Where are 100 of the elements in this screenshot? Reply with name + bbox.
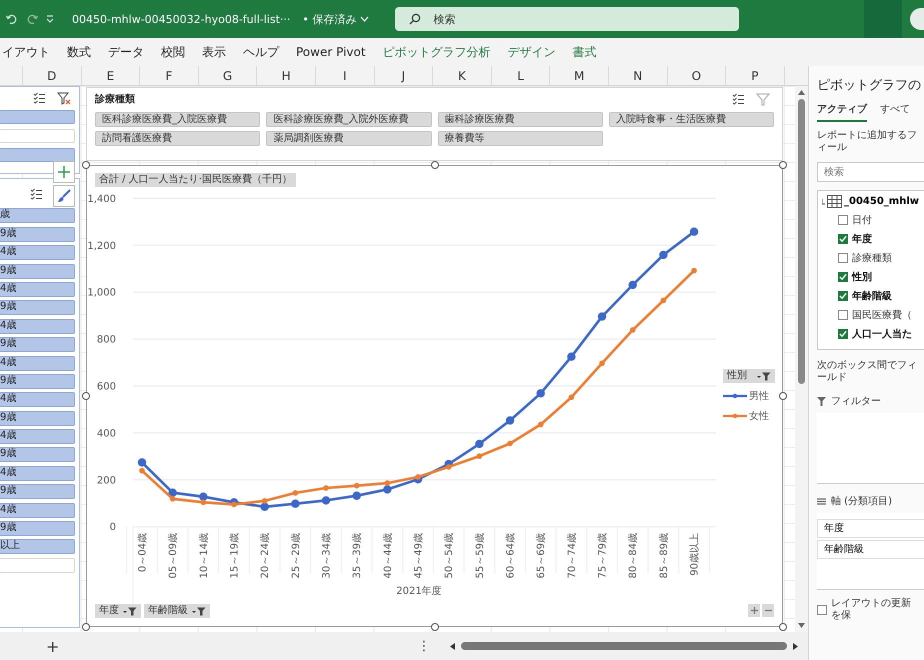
ribbon-tab[interactable]: データ	[108, 44, 144, 60]
column-header[interactable]: G	[198, 66, 258, 85]
slicer-item[interactable]: 9歳	[0, 374, 75, 389]
legend-label: 男性	[749, 390, 769, 403]
file-name[interactable]: 00450-mhlw-00450032-hyo08-full-list···	[72, 12, 290, 26]
field-label[interactable]: 性別	[852, 270, 872, 284]
ribbon-tab[interactable]: 書式	[572, 44, 597, 60]
value-field-button[interactable]: 合計 / 人口一人当たり·国民医療費（千円）	[95, 173, 296, 187]
ribbon-tab[interactable]: 校閲	[161, 44, 185, 60]
table-name[interactable]: _00450_mhlw	[844, 196, 919, 207]
slicer-item[interactable]: 4歳	[0, 282, 75, 297]
slicer-item[interactable]: 9歳	[0, 226, 75, 242]
x-axis-label: 55～59歳	[474, 533, 486, 578]
axis-field-item[interactable]: 年度	[817, 519, 924, 538]
slicer-item[interactable]: 以上	[0, 539, 75, 554]
y-axis-label: 400	[96, 428, 116, 440]
search-field[interactable]: 検索	[395, 7, 740, 31]
ribbon-tab[interactable]: Power Pivot	[296, 45, 366, 59]
y-axis-label: 1,400	[87, 194, 116, 205]
add-sheet-button[interactable]: +	[46, 636, 60, 656]
x-axis-label: 65～69歳	[536, 533, 548, 578]
y-axis-label: 1,000	[87, 288, 116, 299]
ribbon-tab[interactable]: イアウト	[2, 44, 50, 60]
ribbon-tab[interactable]: 表示	[202, 44, 226, 60]
slicer-item[interactable]: 4歳	[0, 245, 75, 260]
x-axis-label: 25～29歳	[290, 533, 302, 578]
x-axis-title: 2021年度	[396, 586, 442, 597]
x-axis-label: 35～39歳	[352, 533, 364, 578]
column-header[interactable]: H	[257, 66, 316, 85]
field-label[interactable]: 年齢階級	[852, 289, 892, 303]
x-axis-label: 20～24歳	[260, 533, 272, 578]
checkbox-label[interactable]: レイアウトの更新を保	[831, 598, 920, 622]
slicer-item[interactable]: 医科診療医療費_入院外医療費	[266, 112, 432, 127]
column-header[interactable]: M	[550, 66, 609, 85]
slicer-item[interactable]: 訪問看護医療費	[95, 131, 260, 146]
slicer-item[interactable]: 療養費等	[438, 131, 603, 146]
slicer-item[interactable]: 9歳	[0, 410, 75, 426]
search-field[interactable]: 検索	[817, 162, 924, 182]
column-header[interactable]: N	[608, 66, 668, 85]
x-axis-label: 30～34歳	[322, 533, 333, 578]
instruction-text: レポートに追加するフィール	[817, 130, 918, 154]
x-axis-label: 40～44歳	[382, 533, 394, 578]
column-header[interactable]: D	[23, 66, 82, 85]
x-axis-label: 80～84歳	[628, 533, 640, 578]
slicer-item[interactable]: 9歳	[0, 264, 75, 279]
column-header[interactable]: E	[82, 66, 140, 85]
ribbon-tab[interactable]: ヘルプ	[243, 44, 279, 60]
column-header[interactable]: K	[433, 66, 492, 85]
slicer-item[interactable]: 4歳	[0, 502, 75, 518]
slicer-item[interactable]: 歯科診療医療費	[438, 112, 603, 127]
axis-field-button[interactable]: 年齢階級	[144, 604, 210, 618]
y-axis-label: 0	[110, 522, 116, 534]
slicer-item[interactable]: 9歳	[0, 300, 75, 316]
y-axis-label: 200	[96, 475, 116, 486]
slicer-item[interactable]: 4歳	[0, 392, 75, 408]
axis-field-button[interactable]: 年度	[95, 604, 141, 618]
x-axis-label: 50～54歳	[444, 533, 456, 578]
x-axis-label: 75～79歳	[598, 533, 609, 578]
ribbon-tab[interactable]: 数式	[67, 44, 91, 60]
ribbon-tab[interactable]: デザイン	[508, 44, 556, 60]
column-header[interactable]: F	[140, 66, 199, 85]
slicer-item[interactable]: 入院時食事・生活医療費	[608, 112, 774, 127]
field-label[interactable]: 日付	[852, 213, 872, 227]
field-label[interactable]: 年度	[852, 232, 872, 246]
slicer-item[interactable]: 9歳	[0, 521, 75, 536]
x-axis-label: 05～09歳	[168, 533, 180, 578]
column-header[interactable]: I	[316, 66, 375, 85]
column-header[interactable]: J	[374, 66, 434, 85]
ribbon-tab[interactable]: ピボットグラフ分析	[382, 44, 491, 60]
slicer-item[interactable]: 9歳	[0, 337, 75, 352]
section-label: フィルター	[831, 395, 881, 408]
field-label[interactable]: 診療種類	[852, 251, 892, 265]
axis-area[interactable]: 年度 年齢階級	[817, 513, 924, 590]
x-axis-label: 90歳以上	[690, 533, 701, 576]
more-options-button[interactable]: ⋮	[417, 638, 430, 654]
field-label[interactable]: 人口一人当た	[852, 327, 912, 341]
slicer-item[interactable]: 歳	[0, 208, 75, 224]
section-label: 軸 (分類項目)	[831, 494, 892, 508]
axis-field-item[interactable]: 年齢階級	[817, 540, 924, 559]
field-label[interactable]: 国民医療費（	[852, 308, 912, 322]
slicer-item[interactable]: 9歳	[0, 484, 75, 500]
pane-tab[interactable]: アクティブ	[817, 102, 867, 122]
legend-field-button[interactable]: 性別	[723, 369, 775, 383]
x-axis-label: 45～49歳	[414, 533, 425, 578]
y-axis-label: 1,200	[87, 240, 116, 252]
pane-tab[interactable]: すべて	[880, 102, 910, 122]
column-header[interactable]: O	[668, 66, 726, 85]
slicer-item[interactable]: 4歳	[0, 356, 75, 371]
y-axis-label: 600	[96, 382, 116, 392]
x-axis-label: 85～89歳	[658, 533, 670, 578]
slicer-item[interactable]: 薬局調剤医療費	[266, 131, 432, 146]
save-status[interactable]: • 保存済み	[302, 12, 370, 26]
slicer-item[interactable]: 医科診療医療費_入院医療費	[95, 112, 260, 127]
slicer-item[interactable]: 4歳	[0, 466, 75, 481]
column-header[interactable]: P	[726, 66, 785, 85]
slicer-item[interactable]: 9歳	[0, 447, 75, 462]
column-header[interactable]: L	[492, 66, 550, 85]
slicer-item[interactable]: 4歳	[0, 318, 75, 334]
legend-label: 女性	[749, 410, 769, 423]
slicer-item[interactable]: 4歳	[0, 429, 75, 444]
